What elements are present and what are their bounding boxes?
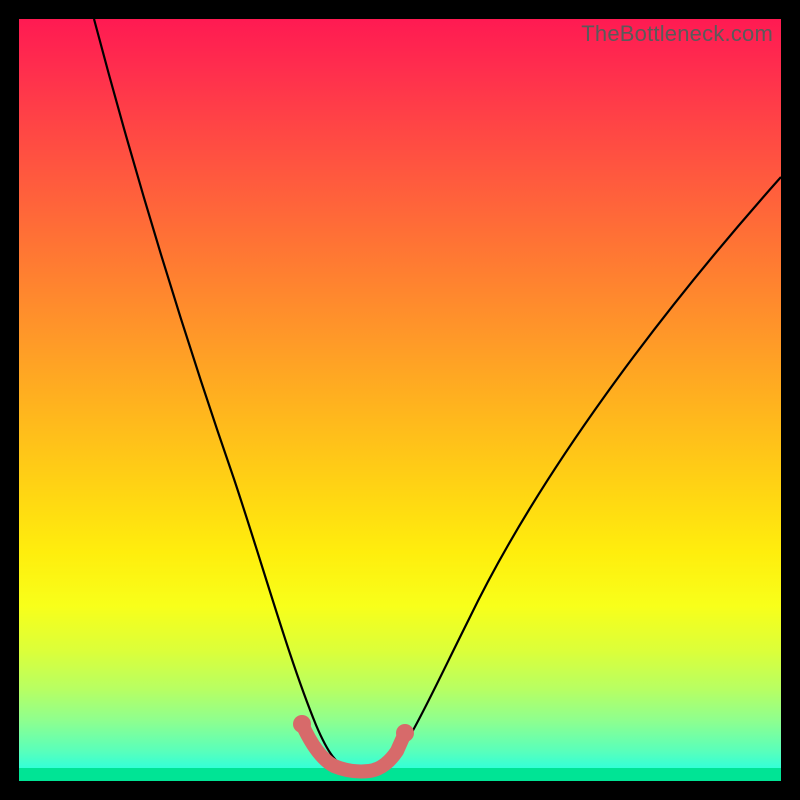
- highlight-segment-stroke: [302, 724, 405, 771]
- outer-frame: TheBottleneck.com: [0, 0, 800, 800]
- curve-layer: [19, 19, 781, 781]
- watermark-text: TheBottleneck.com: [581, 21, 773, 47]
- highlight-endpoint-left: [293, 715, 311, 733]
- bottleneck-curve-path: [94, 19, 781, 770]
- highlight-endpoint-right: [396, 724, 414, 742]
- plot-area: TheBottleneck.com: [19, 19, 781, 781]
